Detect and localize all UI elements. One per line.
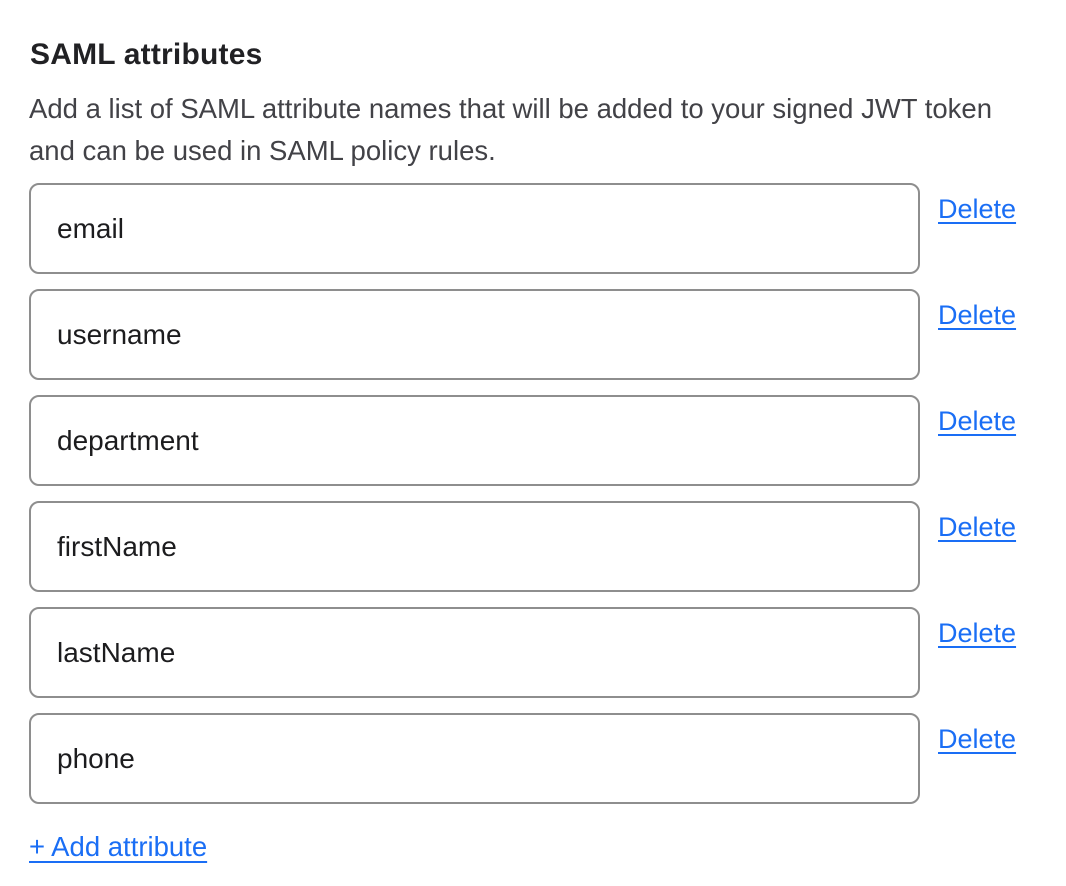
section-title: SAML attributes [30, 36, 1066, 74]
attribute-input-lastname[interactable] [29, 607, 920, 698]
attribute-row: Delete [29, 501, 1066, 592]
attribute-row: Delete [29, 607, 1066, 698]
attribute-input-phone[interactable] [29, 713, 920, 804]
attribute-row: Delete [29, 395, 1066, 486]
delete-attribute-link[interactable]: Delete [938, 723, 1016, 755]
attribute-row: Delete [29, 289, 1066, 380]
attribute-row: Delete [29, 183, 1066, 274]
delete-attribute-link[interactable]: Delete [938, 299, 1016, 331]
saml-attributes-section: SAML attributes Add a list of SAML attri… [0, 0, 1066, 863]
delete-attribute-link[interactable]: Delete [938, 193, 1016, 225]
delete-attribute-link[interactable]: Delete [938, 405, 1016, 437]
section-description: Add a list of SAML attribute names that … [29, 88, 1034, 172]
attribute-input-email[interactable] [29, 183, 920, 274]
attribute-input-department[interactable] [29, 395, 920, 486]
attribute-input-firstname[interactable] [29, 501, 920, 592]
delete-attribute-link[interactable]: Delete [938, 617, 1016, 649]
delete-attribute-link[interactable]: Delete [938, 511, 1016, 543]
add-attribute-link[interactable]: + Add attribute [29, 831, 207, 863]
attribute-input-username[interactable] [29, 289, 920, 380]
attribute-row: Delete [29, 713, 1066, 804]
